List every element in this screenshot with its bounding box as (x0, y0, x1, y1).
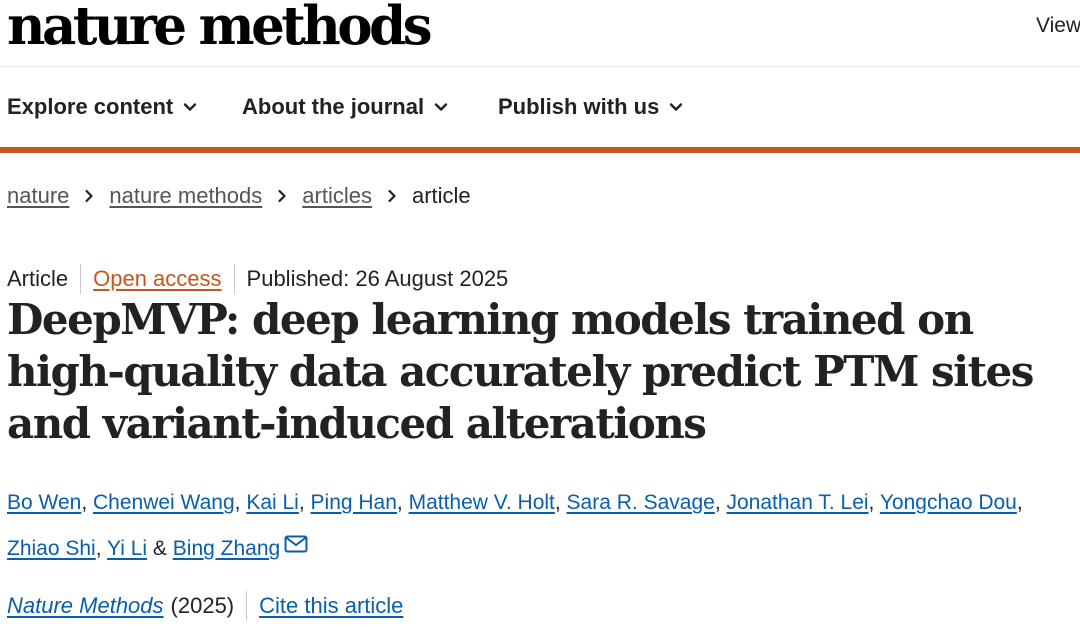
author-separator: , (95, 537, 108, 560)
author-link[interactable]: Yi Li (107, 537, 147, 560)
main-nav: Explore content About the journal Publis… (0, 67, 1080, 147)
author-link[interactable]: Bo Wen (7, 491, 81, 514)
author-separator: , (1016, 491, 1023, 514)
nav-publish-with-us-label: Publish with us (498, 94, 660, 119)
breadcrumb: nature nature methods articles article (7, 183, 471, 209)
chevron-down-icon (184, 103, 197, 111)
nav-explore-content-label: Explore content (7, 94, 174, 119)
cite-this-article-link[interactable]: Cite this article (259, 593, 403, 619)
author-link[interactable]: Kai Li (246, 491, 299, 514)
breadcrumb-current: article (411, 183, 471, 208)
author-separator: , (298, 491, 311, 514)
citation-divider (246, 591, 248, 621)
author-link[interactable]: Bing Zhang (173, 537, 280, 560)
chevron-down-icon (670, 103, 683, 111)
open-access-link[interactable]: Open access (93, 266, 221, 292)
author-separator: , (868, 491, 880, 514)
published-date: Published: 26 August 2025 (246, 266, 509, 291)
view-journals-link[interactable]: View (1036, 14, 1080, 38)
author-link[interactable]: Chenwei Wang (93, 491, 235, 514)
chevron-down-icon (434, 103, 448, 111)
article-meta: Article Open access Published: 26 August… (7, 264, 508, 294)
nav-publish-with-us[interactable]: Publish with us (498, 94, 683, 120)
journal-link[interactable]: Nature Methods (7, 593, 164, 619)
article-title: DeepMVP: deep learning models trained on… (7, 295, 1034, 448)
breadcrumb-nature[interactable]: nature (7, 183, 69, 209)
author-link[interactable]: Zhiao Shi (7, 537, 96, 560)
publication-year: (2025) (170, 593, 235, 618)
author-separator: , (554, 491, 567, 514)
breadcrumb-nature-methods[interactable]: nature methods (109, 183, 262, 209)
author-conjunction: & (147, 537, 173, 560)
site-header: nature methods View (0, 0, 1080, 67)
article-type: Article (7, 266, 69, 291)
nav-about-journal-label: About the journal (242, 94, 425, 119)
mail-icon[interactable] (284, 535, 308, 553)
breadcrumb-articles[interactable]: articles (302, 183, 372, 209)
meta-divider (233, 264, 235, 294)
author-separator: , (81, 491, 93, 514)
author-separator: , (714, 491, 727, 514)
citation-line: Nature Methods (2025) Cite this article (7, 591, 403, 621)
author-separator: , (234, 491, 247, 514)
author-link[interactable]: Sara R. Savage (567, 491, 715, 514)
author-link[interactable]: Yongchao Dou (880, 491, 1017, 514)
nav-accent-bar (0, 147, 1080, 153)
nav-explore-content[interactable]: Explore content (7, 94, 197, 120)
chevron-right-icon (85, 189, 93, 203)
author-link[interactable]: Jonathan T. Lei (726, 491, 868, 514)
chevron-right-icon (278, 189, 286, 203)
chevron-right-icon (388, 189, 396, 203)
journal-logo[interactable]: nature methods (7, 0, 433, 56)
author-link[interactable]: Ping Han (311, 491, 397, 514)
nav-about-journal[interactable]: About the journal (242, 94, 448, 120)
author-list: Bo Wen, Chenwei Wang, Kai Li, Ping Han, … (7, 480, 1080, 572)
meta-divider (80, 264, 82, 294)
author-link[interactable]: Matthew V. Holt (409, 491, 555, 514)
author-separator: , (396, 491, 409, 514)
